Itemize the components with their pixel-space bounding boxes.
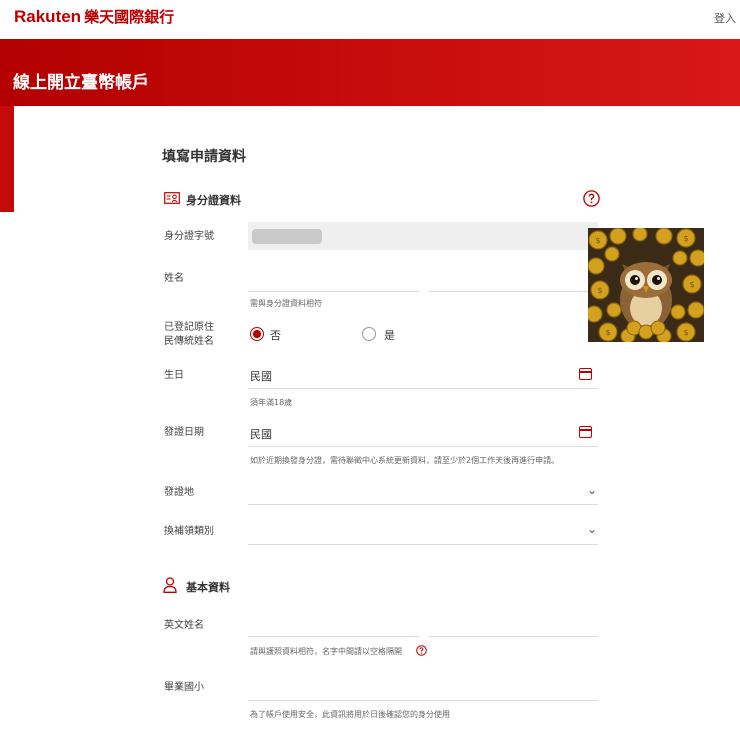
birthday-hint: 須年滿18歲 xyxy=(250,398,293,407)
calendar-icon[interactable] xyxy=(579,426,592,438)
svg-text:$: $ xyxy=(595,236,600,245)
svg-text:$: $ xyxy=(605,328,610,337)
id-number-label: 身分證字號 xyxy=(164,231,214,242)
first-name-input[interactable] xyxy=(428,265,598,291)
page-title: 線上開立臺幣帳戶 xyxy=(13,73,149,93)
issue-date-underline xyxy=(248,446,598,447)
id-card-icon xyxy=(164,192,180,204)
name-hint: 需與身分證資料相符 xyxy=(250,299,322,308)
issue-place-select[interactable] xyxy=(248,478,598,504)
indigenous-yes-label[interactable]: 是 xyxy=(384,327,395,343)
svg-text:$: $ xyxy=(689,280,694,289)
issue-place-underline xyxy=(248,504,598,505)
calendar-icon[interactable] xyxy=(579,368,592,380)
chevron-down-icon[interactable]: ⌄ xyxy=(587,483,597,497)
svg-text:$: $ xyxy=(683,234,688,243)
chevron-down-icon[interactable]: ⌄ xyxy=(587,522,597,536)
english-first-name-input[interactable] xyxy=(428,610,598,636)
login-link[interactable]: 登入 xyxy=(714,10,736,26)
last-name-underline xyxy=(248,291,420,292)
issue-date-era: 民國 xyxy=(250,428,272,441)
info-icon[interactable] xyxy=(416,645,427,656)
english-name-hint: 請與護照資料相符，名字中間請以空格隔開 xyxy=(250,647,402,656)
help-icon[interactable] xyxy=(583,190,600,207)
svg-text:$: $ xyxy=(597,286,602,295)
issue-date-label: 發證日期 xyxy=(164,427,204,438)
indigenous-label-line2: 民傳統姓名 xyxy=(164,336,214,347)
indigenous-label-line1: 已登記原住 xyxy=(164,322,214,333)
brand-name: Rakuten xyxy=(14,7,82,26)
issue-date-input[interactable] xyxy=(278,421,568,445)
indigenous-yes-radio[interactable] xyxy=(362,327,376,341)
indigenous-label: 已登記原住 民傳統姓名 xyxy=(164,321,214,349)
rakuten-logo[interactable]: Rakuten 樂天國際銀行 xyxy=(14,6,174,27)
indigenous-no-radio[interactable] xyxy=(250,327,264,341)
elementary-school-underline xyxy=(248,700,598,701)
id-section-title: 身分證資料 xyxy=(186,194,241,207)
birthday-label: 生日 xyxy=(164,370,184,381)
id-number-masked-value xyxy=(252,229,322,244)
birthday-era: 民國 xyxy=(250,370,272,383)
name-label: 姓名 xyxy=(164,273,184,284)
english-first-name-underline xyxy=(428,636,598,637)
owl-coins-image: $ $ $ $ $ $ xyxy=(588,228,704,342)
english-last-name-underline xyxy=(248,636,420,637)
renewal-type-underline xyxy=(248,544,598,545)
basic-section-title: 基本資料 xyxy=(186,581,230,594)
banner-edge xyxy=(0,106,14,212)
issue-place-label: 發證地 xyxy=(164,487,194,498)
user-icon xyxy=(163,577,177,593)
birthday-underline xyxy=(248,388,598,389)
last-name-input[interactable] xyxy=(248,265,420,291)
elementary-school-label: 畢業國小 xyxy=(164,682,204,693)
birthday-input[interactable] xyxy=(278,363,568,387)
renewal-type-label: 換補領類別 xyxy=(164,526,214,537)
elementary-school-input[interactable] xyxy=(248,674,598,700)
renewal-type-select[interactable] xyxy=(248,518,598,544)
english-name-label: 英文姓名 xyxy=(164,620,204,631)
svg-text:$: $ xyxy=(683,328,688,337)
elementary-school-hint: 為了帳戶使用安全，此資訊將用於日後確認您的身分使用 xyxy=(250,710,450,719)
indigenous-no-label[interactable]: 否 xyxy=(270,327,281,343)
form-title: 填寫申請資料 xyxy=(162,149,246,165)
issue-date-hint: 如於近期換發身分證，需待聯徵中心系統更新資料，請至少於2個工作天後再進行申請。 xyxy=(250,456,560,465)
bank-name: 樂天國際銀行 xyxy=(84,9,175,26)
first-name-underline xyxy=(428,291,598,292)
english-last-name-input[interactable] xyxy=(248,610,420,636)
